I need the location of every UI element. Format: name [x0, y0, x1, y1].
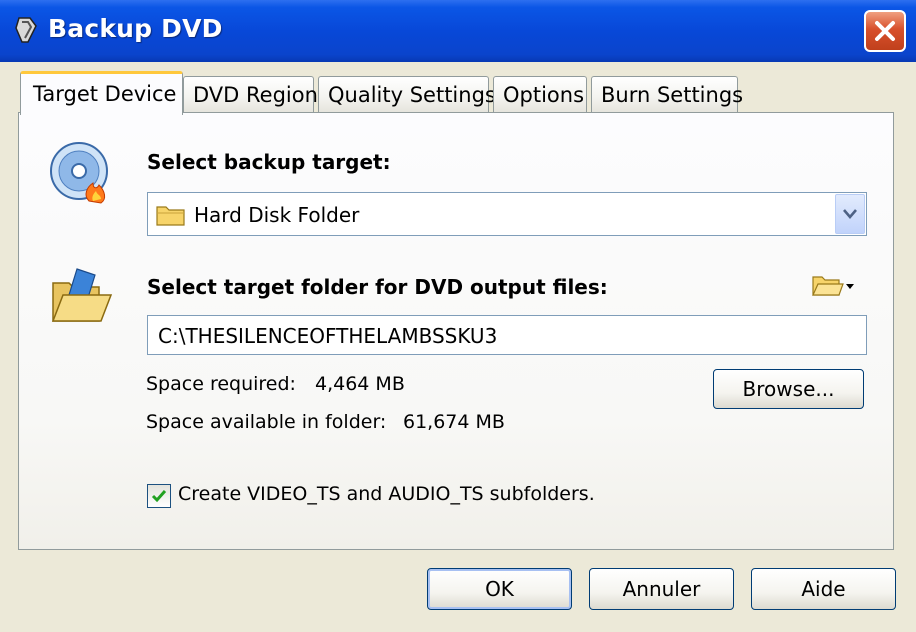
close-icon	[875, 21, 895, 41]
tab-label: Quality Settings	[328, 83, 496, 107]
select-target-heading: Select backup target:	[147, 150, 391, 174]
tab-burn-settings[interactable]: Burn Settings	[591, 76, 743, 112]
tab-label: DVD Region	[193, 83, 318, 107]
folder-icon	[156, 206, 185, 226]
target-folder-input[interactable]: C:\THESILENCEOFTHELAMBSSKU3	[147, 315, 867, 355]
space-available-value: 61,674 MB	[403, 411, 505, 433]
close-button[interactable]	[864, 10, 906, 52]
chevron-down-icon	[843, 209, 857, 219]
dvd-burn-icon	[50, 142, 108, 204]
tab-quality-settings[interactable]: Quality Settings	[318, 76, 496, 112]
tab-dvd-region[interactable]: DVD Region	[183, 76, 318, 112]
browse-button[interactable]: Browse...	[713, 369, 864, 409]
cancel-button[interactable]: Annuler	[589, 568, 734, 610]
dialog-body: Target Device DVD Region Quality Setting…	[0, 62, 916, 632]
tab-label: Target Device	[33, 82, 177, 106]
tab-label: Options	[503, 83, 585, 107]
target-dropdown[interactable]: Hard Disk Folder	[147, 192, 867, 236]
select-folder-heading: Select target folder for DVD output file…	[147, 275, 608, 299]
tab-target-device[interactable]: Target Device	[20, 71, 183, 115]
folder-menu-button[interactable]	[811, 271, 861, 301]
checkmark-icon	[151, 490, 167, 503]
window-title: Backup DVD	[48, 14, 223, 43]
subfolders-label[interactable]: Create VIDEO_TS and AUDIO_TS subfolders.	[178, 483, 595, 505]
open-folder-icon	[51, 268, 113, 322]
backup-dvd-dialog: Backup DVD Target Device DVD Region Qual…	[0, 0, 916, 632]
target-device-panel: Select backup target: Hard Disk Folder S…	[18, 112, 894, 550]
space-required-label: Space required:	[146, 373, 296, 395]
target-dropdown-value: Hard Disk Folder	[194, 203, 360, 227]
subfolders-checkbox[interactable]	[147, 484, 171, 508]
title-bar[interactable]: Backup DVD	[0, 0, 916, 62]
tab-label: Burn Settings	[601, 83, 744, 107]
dropdown-arrow-button[interactable]	[835, 194, 865, 234]
app-icon	[15, 17, 37, 43]
space-required-value: 4,464 MB	[315, 373, 405, 395]
tab-options[interactable]: Options	[493, 76, 587, 112]
space-available-label: Space available in folder:	[146, 411, 387, 433]
help-button[interactable]: Aide	[751, 568, 896, 610]
target-folder-path: C:\THESILENCEOFTHELAMBSSKU3	[158, 324, 498, 348]
ok-button[interactable]: OK	[427, 568, 572, 610]
folder-dropdown-icon	[812, 276, 854, 296]
